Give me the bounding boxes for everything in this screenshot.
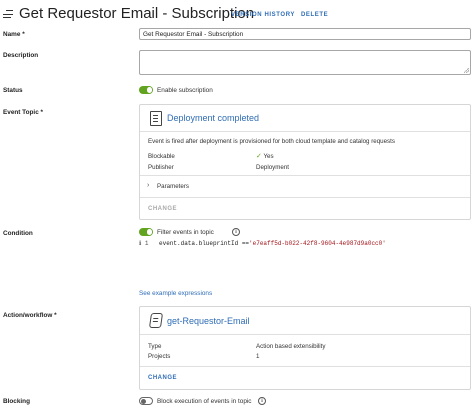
name-input[interactable]: Get Requestor Email - Subscription [139, 28, 471, 40]
editor-line-number: ℹ 1 [139, 240, 149, 247]
publisher-key: Publisher [148, 164, 174, 171]
chevron-right-icon[interactable]: › [147, 182, 149, 189]
card-divider [140, 197, 470, 198]
card-divider [140, 131, 470, 132]
blockable-value: ✓ Yes [256, 153, 274, 160]
change-action-button[interactable]: CHANGE [148, 375, 177, 381]
publisher-value: Deployment [256, 164, 290, 171]
hamburger-menu-icon[interactable] [3, 9, 13, 19]
resize-handle-icon[interactable] [464, 68, 469, 73]
event-topic-description: Event is fired after deployment is provi… [148, 138, 395, 145]
card-divider [140, 175, 470, 176]
info-icon[interactable]: i [232, 228, 240, 236]
name-label: Name * [3, 31, 25, 38]
condition-label: Condition [3, 230, 33, 237]
blockable-key: Blockable [148, 153, 175, 160]
type-value: Action based extensibility [256, 343, 326, 350]
version-history-link[interactable]: VERSION HISTORY [231, 12, 295, 18]
enable-subscription-toggle[interactable] [139, 86, 153, 94]
blocking-label: Blocking [3, 398, 30, 405]
condition-code-editor[interactable]: ℹ 1 event.data.blueprintId =='e7eaff5d-b… [139, 238, 471, 288]
action-workflow-card: get-Requestor-Email Type Action based ex… [139, 306, 471, 390]
condition-expression[interactable]: event.data.blueprintId =='e7eaff5d-b022-… [159, 240, 386, 247]
required-marker: * [40, 109, 44, 116]
info-icon[interactable]: i [258, 397, 266, 405]
parameters-toggle[interactable]: Parameters [157, 183, 189, 190]
block-execution-label: Block execution of events in topic [157, 398, 252, 405]
required-marker: * [54, 312, 57, 319]
filter-events-toggle[interactable] [139, 228, 153, 236]
page-header: Get Requestor Email - Subscription VERSI… [0, 0, 474, 28]
script-icon [148, 313, 164, 328]
delete-link[interactable]: DELETE [301, 12, 328, 18]
filter-events-label: Filter events in topic [157, 229, 214, 236]
card-divider [140, 334, 470, 335]
block-execution-toggle[interactable] [139, 397, 153, 405]
name-input-value: Get Requestor Email - Subscription [143, 31, 244, 38]
action-workflow-label: Action/workflow * [3, 312, 57, 319]
enable-subscription-label: Enable subscription [157, 87, 213, 94]
action-title[interactable]: get-Requestor-Email [167, 316, 250, 326]
document-icon [150, 111, 162, 126]
example-expressions-link[interactable]: See example expressions [139, 290, 212, 297]
projects-value: 1 [256, 353, 260, 360]
required-marker: * [22, 31, 25, 38]
type-key: Type [148, 343, 162, 350]
change-event-topic-button[interactable]: CHANGE [148, 206, 177, 212]
description-label: Description [3, 52, 39, 59]
status-label: Status [3, 87, 23, 94]
event-topic-label: Event Topic * [3, 109, 44, 116]
description-textarea[interactable] [139, 50, 471, 75]
event-topic-title[interactable]: Deployment completed [167, 113, 259, 123]
page-title: Get Requestor Email - Subscription [19, 5, 255, 22]
checkmark-icon: ✓ [256, 153, 262, 160]
card-divider [140, 366, 470, 367]
event-topic-card: Deployment completed Event is fired afte… [139, 104, 471, 220]
projects-key: Projects [148, 353, 171, 360]
